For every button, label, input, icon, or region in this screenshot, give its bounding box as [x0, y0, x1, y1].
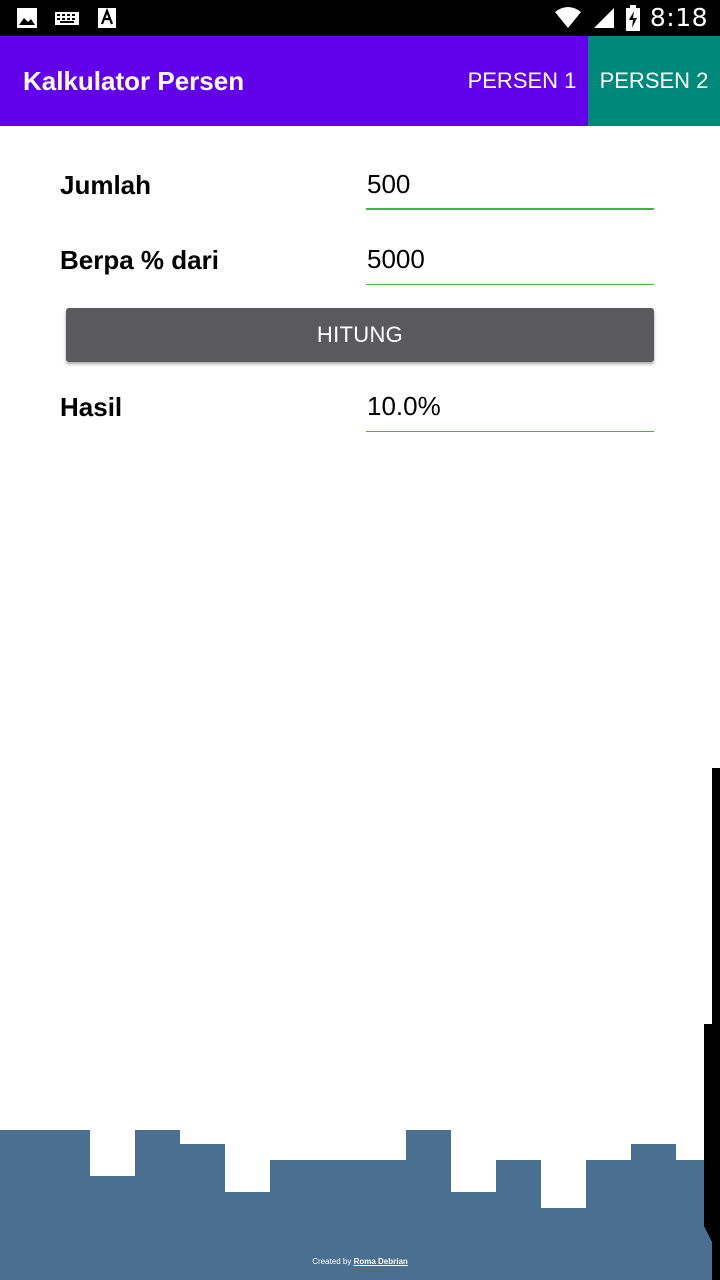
wifi-icon [554, 6, 582, 30]
app-title: Kalkulator Persen [23, 66, 245, 96]
jumlah-label: Jumlah [60, 170, 152, 200]
text-a-icon [96, 7, 118, 29]
image-icon [16, 7, 38, 29]
credit-text: Created by Roma Debrian [0, 1257, 720, 1266]
tab-persen-1[interactable]: PERSEN 1 [456, 36, 588, 126]
status-time: 8:18 [649, 3, 708, 32]
keyboard-icon [54, 7, 80, 29]
battery-charging-icon [625, 4, 640, 31]
tab-persen-2[interactable]: PERSEN 2 [588, 36, 720, 126]
app-screen: 8:18 Kalkulator Persen PERSEN 1 PERSEN 2… [0, 0, 720, 1280]
signal-icon [592, 6, 616, 30]
hasil-field[interactable] [366, 382, 654, 432]
app-bar: Kalkulator Persen PERSEN 1 PERSEN 2 [0, 36, 720, 126]
hitung-button[interactable]: HITUNG [66, 308, 654, 362]
system-icons: 8:18 [554, 3, 708, 32]
edge-decoration [712, 768, 720, 1026]
status-bar: 8:18 [0, 0, 720, 36]
berapa-label: Berpa % dari [60, 245, 219, 275]
berapa-input[interactable] [366, 235, 654, 285]
jumlah-input[interactable] [366, 160, 654, 210]
credit-author-link[interactable]: Roma Debrian [354, 1257, 408, 1266]
credit-prefix: Created by [312, 1257, 352, 1266]
notification-icons [16, 7, 118, 29]
hasil-label: Hasil [60, 392, 123, 422]
